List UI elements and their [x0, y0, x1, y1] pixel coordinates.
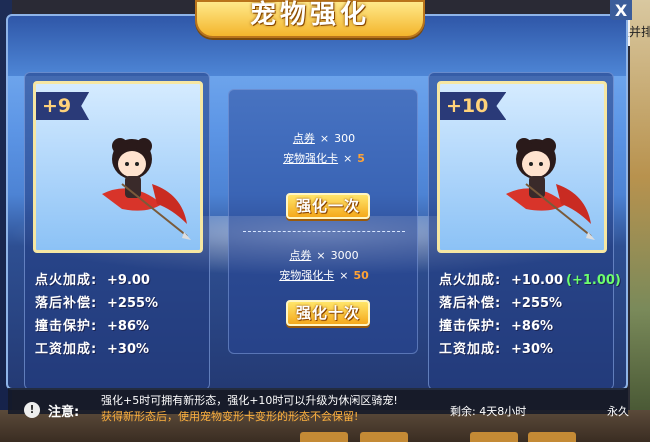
coupon-amount: 300 — [334, 132, 356, 145]
dialog-title: 宠物强化 — [249, 0, 370, 30]
stat-label: 点火加成: — [439, 273, 502, 288]
multiply-sign: × — [316, 249, 326, 262]
background-right-edge — [630, 0, 650, 442]
stat-collision: 撞击保护: +86% — [35, 315, 215, 338]
current-stats: 点火加成: +9.00 落后补偿: +255% 撞击保护: +86% 工资加成: +30… — [35, 269, 215, 361]
permanent-label: 永久 — [607, 405, 629, 418]
coupon-label[interactable]: 点券 — [293, 132, 315, 145]
stat-collision: 撞击保护: +86% — [439, 315, 619, 338]
stat-ignition: 点火加成: +9.00 — [35, 269, 215, 292]
card-amount: 50 — [353, 269, 369, 282]
card-label[interactable]: 宠物强化卡 — [283, 152, 338, 165]
stat-value: +30% — [511, 342, 554, 357]
ten-coupon-cost: 点券 × 3000 — [229, 247, 419, 263]
notice-text-line2: 获得新形态后，使用宠物变形卡变形的形态不会保留! — [101, 410, 359, 423]
next-level-panel: +10 点火加成: +10.00 (+1.00) 落后补偿: +255% 撞击保… — [428, 72, 621, 388]
background-tab — [360, 432, 408, 442]
notice-text-line1: 强化+5时可拥有新形态，强化+10时可以升级为休闲区骑宠! — [101, 394, 398, 407]
stat-value: +255% — [511, 296, 563, 311]
multiply-sign: × — [319, 132, 330, 145]
ten-card-cost: 宠物强化卡 × 50 — [229, 267, 419, 283]
card-amount: 5 — [357, 152, 365, 165]
stat-label: 落后补偿: — [439, 296, 502, 311]
stat-label: 撞击保护: — [439, 319, 502, 334]
next-stats: 点火加成: +10.00 (+1.00) 落后补偿: +255% 撞击保护: +86% … — [439, 269, 621, 361]
stat-label: 落后补偿: — [35, 296, 98, 311]
next-pet-card: +10 — [437, 81, 607, 253]
next-level-badge: +10 — [440, 92, 507, 120]
stat-bonus: (+1.00) — [566, 273, 621, 288]
current-level-badge: +9 — [36, 92, 90, 120]
enhance-options-panel: 点券 × 300 宠物强化卡 × 5 强化一次 点券 × 3000 宠物强化卡 × 50 强化十… — [228, 89, 418, 354]
info-icon: ! — [24, 402, 40, 418]
stat-value: +30% — [107, 342, 150, 357]
stat-value: +86% — [511, 319, 554, 334]
pet-illustration — [506, 138, 595, 240]
card-label[interactable]: 宠物强化卡 — [279, 269, 334, 282]
stat-label: 点火加成: — [35, 273, 98, 288]
coupon-amount: 3000 — [330, 249, 359, 262]
background-tab — [470, 432, 518, 442]
stat-catchup: 落后补偿: +255% — [439, 292, 619, 315]
notice-label: 注意: — [48, 405, 80, 420]
remaining-time: 剩余: 4天8小时 — [450, 405, 527, 418]
pet-illustration — [102, 138, 191, 240]
stat-value: +9.00 — [107, 273, 150, 288]
stat-label: 工资加成: — [35, 342, 98, 357]
stat-label: 撞击保护: — [35, 319, 98, 334]
multiply-sign: × — [339, 269, 349, 282]
stat-salary: 工资加成: +30% — [439, 338, 619, 361]
stat-value: +255% — [107, 296, 159, 311]
stat-ignition: 点火加成: +10.00 (+1.00) — [439, 269, 621, 292]
stat-salary: 工资加成: +30% — [35, 338, 215, 361]
once-card-cost: 宠物强化卡 × 5 — [229, 150, 419, 166]
pet-enhance-dialog: +9 点火加成: +9.00 落后补偿: +255% 撞击保护: +86% 工资… — [6, 14, 628, 390]
current-pet-card: +9 — [33, 81, 203, 253]
options-divider — [243, 231, 405, 232]
current-level-panel: +9 点火加成: +9.00 落后补偿: +255% 撞击保护: +86% 工资… — [24, 72, 210, 388]
background-tab — [300, 432, 348, 442]
close-button[interactable]: X — [610, 0, 632, 20]
enhance-ten-button[interactable]: 强化十次 — [286, 300, 370, 326]
stat-value: +10.00 — [511, 273, 564, 288]
stat-value: +86% — [107, 319, 150, 334]
once-coupon-cost: 点券 × 300 — [229, 130, 419, 146]
enhance-once-button[interactable]: 强化一次 — [286, 193, 370, 219]
background-tab — [528, 432, 576, 442]
stat-label: 工资加成: — [439, 342, 502, 357]
multiply-sign: × — [343, 152, 353, 165]
stat-catchup: 落后补偿: +255% — [35, 292, 215, 315]
coupon-label[interactable]: 点券 — [289, 249, 311, 262]
